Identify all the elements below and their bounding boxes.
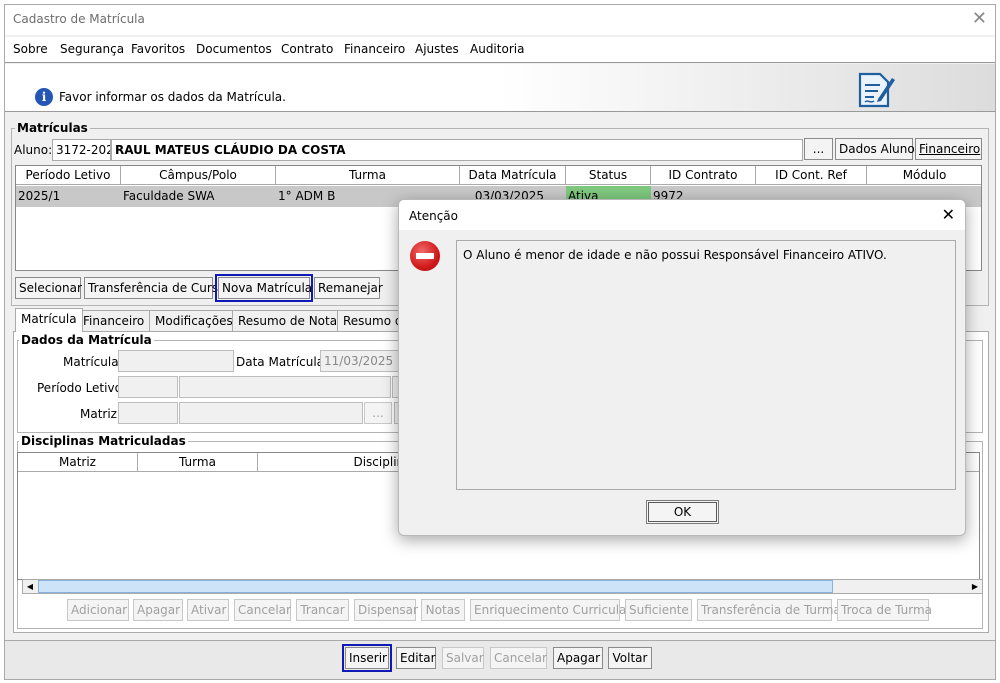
apagar-button[interactable]: Apagar [553, 647, 603, 669]
remanejar-button[interactable]: Remanejar [314, 277, 383, 299]
ok-button[interactable]: OK [646, 500, 719, 524]
col-status[interactable]: Status [566, 166, 651, 185]
attention-dialog: Atenção ✕ O Aluno é menor de idade e não… [398, 199, 966, 536]
dispensar-button[interactable]: Dispensar [354, 599, 418, 621]
menu-financeiro[interactable]: Financeiro [344, 42, 405, 56]
info-icon: i [35, 88, 53, 106]
error-icon [410, 241, 440, 271]
col-id-contrato[interactable]: ID Contrato [651, 166, 756, 185]
tab-financeiro[interactable]: Financeiro [77, 310, 151, 332]
dialog-title: Atenção [409, 209, 458, 223]
menu-auditoria[interactable]: Auditoria [470, 42, 524, 56]
aluno-browse-button[interactable]: ... [804, 138, 833, 160]
notas-button[interactable]: Notas [421, 599, 465, 621]
dialog-message: O Aluno é menor de idade e não possui Re… [456, 240, 956, 490]
dados-group-label: Dados da Matrícula [19, 333, 154, 347]
menu-ajustes[interactable]: Ajustes [415, 42, 459, 56]
voltar-button[interactable]: Voltar [608, 647, 652, 669]
nova-matricula-button[interactable]: Nova Matrícula [215, 274, 313, 302]
tab-matricula[interactable]: Matrícula [15, 308, 83, 332]
col-matriz[interactable]: Matriz [18, 453, 138, 472]
matricula-field[interactable] [118, 350, 234, 372]
aluno-name-field[interactable]: RAUL MATEUS CLÁUDIO DA COSTA [111, 139, 803, 161]
title-bar: Cadastro de Matrícula ✕ [5, 5, 995, 35]
adicionar-button[interactable]: Adicionar [67, 599, 129, 621]
tab-resumo-notas[interactable]: Resumo de Notas [232, 310, 350, 332]
col-campus[interactable]: Câmpus/Polo [121, 166, 276, 185]
salvar-button[interactable]: Salvar [442, 647, 484, 669]
matriz-browse-button[interactable]: ... [364, 402, 392, 424]
cancelar-button[interactable]: Cancelar [490, 647, 547, 669]
trancar-button[interactable]: Trancar [296, 599, 349, 621]
matriz-label: Matriz: [80, 407, 122, 421]
window-title: Cadastro de Matrícula [13, 12, 145, 26]
troca-turma-button[interactable]: Troca de Turma [837, 599, 932, 621]
scroll-left-icon[interactable]: ◀ [23, 580, 37, 593]
data-matricula-field[interactable]: 11/03/2025 [320, 350, 400, 372]
menu-contrato[interactable]: Contrato [281, 42, 333, 56]
document-edit-icon [858, 72, 895, 108]
aluno-code-field[interactable]: 3172-2024 [52, 139, 111, 161]
matriz-desc-field[interactable] [179, 402, 363, 424]
scroll-thumb[interactable] [38, 580, 833, 593]
cell-campus: Faculdade SWA [123, 189, 215, 203]
enriquecimento-button[interactable]: Enriquecimento Curricular [470, 599, 631, 621]
matricula-label: Matrícula: [63, 355, 123, 369]
periodo-letivo-label: Período Letivo: [37, 381, 126, 395]
ativar-button[interactable]: Ativar [187, 599, 229, 621]
transferencia-curso-button[interactable]: Transferência de Curso [84, 277, 225, 299]
menu-favoritos[interactable]: Favoritos [131, 42, 185, 56]
financeiro-button[interactable]: Financeiro [915, 138, 982, 160]
apagar-disc-button[interactable]: Apagar [133, 599, 183, 621]
info-bar: i Favor informar os dados da Matrícula. [5, 64, 995, 112]
col-id-cont-ref[interactable]: ID Cont. Ref [756, 166, 867, 185]
tab-modificacoes[interactable]: Modificações [149, 310, 239, 332]
aluno-label: Aluno: [14, 143, 53, 157]
col-modulo[interactable]: Módulo [867, 166, 981, 185]
data-matricula-label: Data Matrícula: [236, 355, 329, 369]
dados-aluno-button[interactable]: Dados Aluno [835, 138, 915, 160]
menu-bar: Sobre Segurança Favoritos Documentos Con… [5, 37, 995, 63]
menu-sobre[interactable]: Sobre [13, 42, 48, 56]
transferencia-turma-button[interactable]: Transferência de Turma [697, 599, 841, 621]
scroll-right-icon[interactable]: ▶ [968, 580, 982, 593]
suficiente-button[interactable]: Suficiente [625, 599, 692, 621]
dialog-title-bar: Atenção [399, 200, 965, 230]
selecionar-button[interactable]: Selecionar [15, 277, 82, 299]
horizontal-scrollbar[interactable]: ◀ ▶ [22, 579, 983, 594]
matriculas-group-label: Matrículas [15, 121, 90, 135]
col-data[interactable]: Data Matrícula [460, 166, 566, 185]
cell-periodo: 2025/1 [18, 189, 61, 203]
disciplinas-group-label: Disciplinas Matriculadas [19, 434, 188, 448]
inserir-button[interactable]: Inserir [342, 644, 392, 672]
cancelar-disc-button[interactable]: Cancelar [234, 599, 291, 621]
periodo-desc-field[interactable] [179, 376, 391, 398]
col-periodo[interactable]: Período Letivo [16, 166, 121, 185]
info-message: Favor informar os dados da Matrícula. [59, 90, 286, 104]
menu-documentos[interactable]: Documentos [196, 42, 272, 56]
dialog-close-icon[interactable]: ✕ [942, 205, 955, 224]
close-icon[interactable]: ✕ [972, 8, 987, 29]
col-disc-turma[interactable]: Turma [138, 453, 258, 472]
periodo-code-field[interactable] [118, 376, 178, 398]
menu-seguranca[interactable]: Segurança [60, 42, 124, 56]
matriz-code-field[interactable] [118, 402, 178, 424]
editar-button[interactable]: Editar [396, 647, 436, 669]
col-turma[interactable]: Turma [276, 166, 460, 185]
